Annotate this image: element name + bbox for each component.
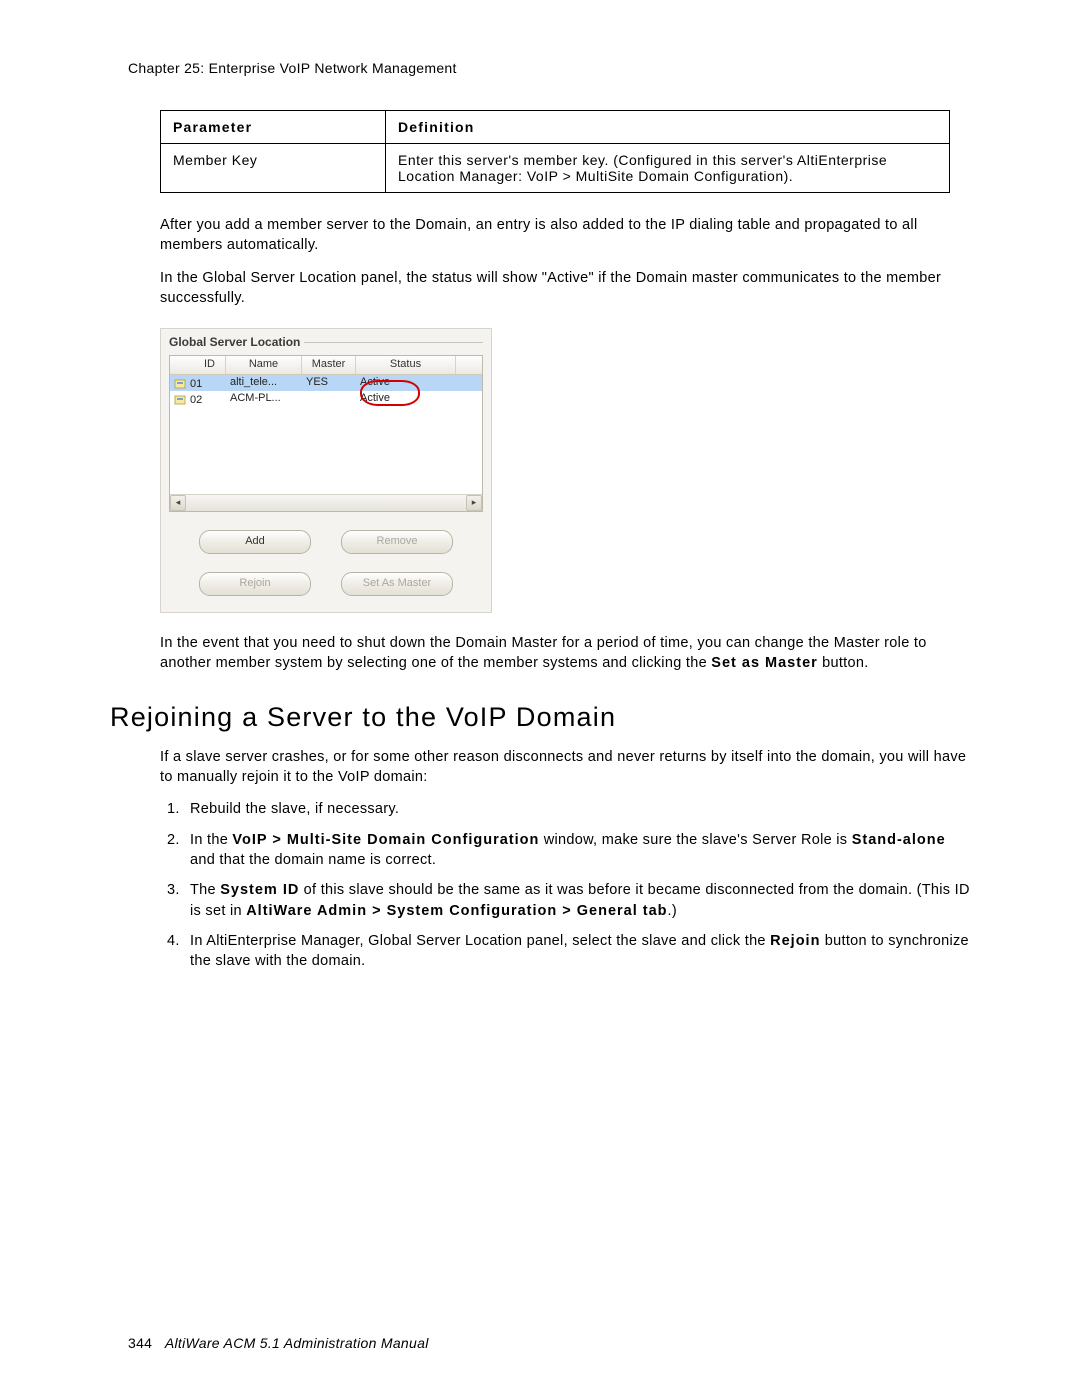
chapter-header: Chapter 25: Enterprise VoIP Network Mana…: [128, 60, 970, 76]
scroll-right-icon[interactable]: ▸: [466, 495, 482, 511]
list-item: The System ID of this slave should be th…: [184, 880, 970, 921]
table-row: Member Key Enter this server's member ke…: [161, 144, 950, 193]
list-item[interactable]: 02 ACM-PL... Active: [170, 391, 482, 407]
parameter-table: Parameter Definition Member Key Enter th…: [160, 110, 950, 193]
col-header-status[interactable]: Status: [356, 356, 456, 374]
table-cell-def: Enter this server's member key. (Configu…: [386, 144, 950, 193]
scroll-left-icon[interactable]: ◂: [170, 495, 186, 511]
list-item[interactable]: 01 alti_tele... YES Active: [170, 375, 482, 391]
server-icon: [174, 394, 188, 406]
manual-title: AltiWare ACM 5.1 Administration Manual: [165, 1335, 429, 1351]
paragraph: If a slave server crashes, or for some o…: [160, 747, 970, 788]
global-server-location-panel: Global Server Location ID Name Master St…: [160, 328, 492, 613]
section-heading-rejoin: Rejoining a Server to the VoIP Domain: [110, 702, 970, 733]
server-listview[interactable]: ID Name Master Status 01 alti_tele... YE…: [169, 355, 483, 512]
remove-button[interactable]: Remove: [341, 530, 453, 554]
add-button[interactable]: Add: [199, 530, 311, 554]
cell-id: 01: [190, 378, 202, 390]
cell-name: ACM-PL...: [226, 391, 302, 407]
cell-master: YES: [302, 375, 356, 391]
paragraph: In the event that you need to shut down …: [160, 633, 970, 674]
page-footer: 344 AltiWare ACM 5.1 Administration Manu…: [128, 1335, 429, 1351]
list-item: In AltiEnterprise Manager, Global Server…: [184, 931, 970, 972]
table-cell-param: Member Key: [161, 144, 386, 193]
list-item: Rebuild the slave, if necessary.: [184, 799, 970, 819]
paragraph: After you add a member server to the Dom…: [160, 215, 970, 256]
cell-status: Active: [356, 391, 456, 407]
rejoin-button[interactable]: Rejoin: [199, 572, 311, 596]
paragraph: In the Global Server Location panel, the…: [160, 268, 970, 309]
cell-status: Active: [356, 375, 456, 391]
panel-title: Global Server Location: [169, 335, 304, 349]
cell-master: [302, 391, 356, 407]
horizontal-scrollbar[interactable]: ◂ ▸: [170, 494, 482, 511]
col-header-name[interactable]: Name: [226, 356, 302, 374]
page-number: 344: [128, 1335, 152, 1351]
list-item: In the VoIP > Multi-Site Domain Configur…: [184, 830, 970, 871]
cell-name: alti_tele...: [226, 375, 302, 391]
rejoin-steps-list: Rebuild the slave, if necessary. In the …: [160, 799, 970, 971]
cell-id: 02: [190, 394, 202, 406]
listview-header: ID Name Master Status: [170, 356, 482, 375]
panel-title-line: [304, 342, 483, 343]
col-header-id[interactable]: ID: [170, 356, 226, 374]
table-head-definition: Definition: [386, 111, 950, 144]
server-icon: [174, 378, 188, 390]
set-as-master-button[interactable]: Set As Master: [341, 572, 453, 596]
table-head-parameter: Parameter: [161, 111, 386, 144]
col-header-master[interactable]: Master: [302, 356, 356, 374]
